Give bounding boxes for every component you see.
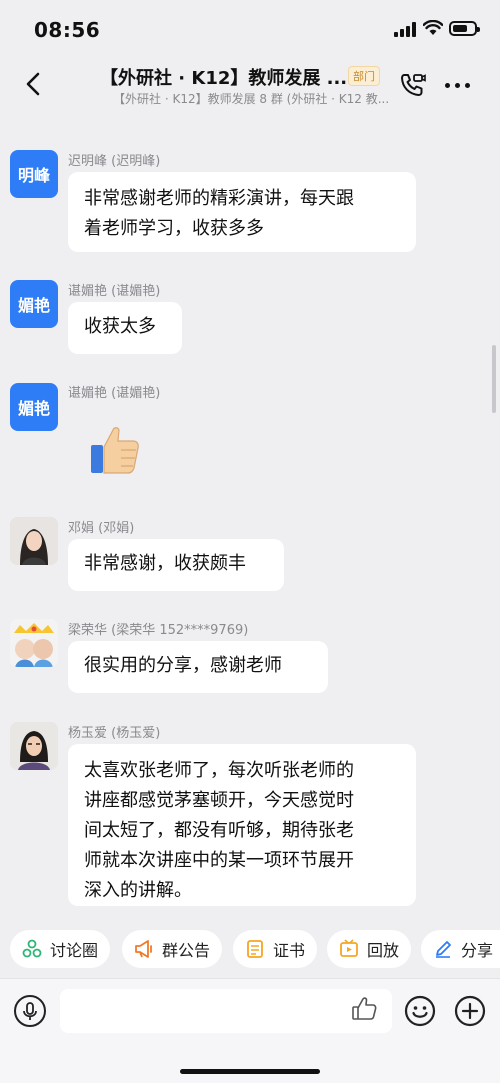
group-announcement-button[interactable]: 群公告 bbox=[122, 930, 222, 968]
clock: 08:56 bbox=[34, 18, 101, 42]
message-text-line: 间太短了，都没有听够，期待张老 bbox=[84, 820, 354, 841]
voice-input-button[interactable] bbox=[14, 995, 46, 1027]
chip-label: 证书 bbox=[273, 941, 306, 960]
message-list: 明峰 迟明峰 (迟明峰) 非常感谢老师的精彩演讲，每天跟 着老师学习，收获多多 … bbox=[0, 118, 500, 930]
message-text-line: 收获太多 bbox=[84, 316, 156, 337]
chat-subtitle: 【外研社 · K12】教师发展 8 群 (外研社 · K12 教... bbox=[113, 92, 390, 106]
share-button[interactable]: 分享 bbox=[421, 930, 500, 968]
thumbs-up-sticker-icon[interactable] bbox=[88, 423, 142, 477]
chip-label: 群公告 bbox=[162, 941, 211, 960]
avatar[interactable]: 媚艳 bbox=[10, 280, 58, 328]
message-bubble[interactable]: 非常感谢，收获颇丰 bbox=[68, 539, 284, 591]
megaphone-icon bbox=[135, 940, 152, 958]
avatar-initials: 媚艳 bbox=[17, 296, 50, 315]
cellular-signal-icon bbox=[394, 22, 416, 37]
message-text-line: 师就本次讲座中的某一项环节展开 bbox=[84, 850, 354, 871]
sender-name: 谌媚艳 (谌媚艳) bbox=[68, 284, 161, 299]
home-indicator[interactable] bbox=[180, 1069, 320, 1074]
thumbs-up-icon[interactable] bbox=[350, 995, 378, 1023]
back-button[interactable] bbox=[20, 70, 48, 98]
sender-name: 迟明峰 (迟明峰) bbox=[68, 154, 161, 169]
message-text-line: 深入的讲解。 bbox=[84, 880, 192, 901]
microphone-icon bbox=[23, 1002, 37, 1020]
chat-title: 【外研社 · K12】教师发展 ... bbox=[100, 68, 348, 89]
chip-label: 回放 bbox=[367, 941, 400, 960]
message-text-line: 非常感谢老师的精彩演讲，每天跟 bbox=[84, 188, 354, 209]
wifi-icon bbox=[423, 20, 443, 35]
avatar[interactable] bbox=[10, 722, 58, 770]
department-badge: 部门 bbox=[348, 66, 380, 86]
scrollbar[interactable] bbox=[492, 345, 496, 413]
playback-button[interactable]: 回放 bbox=[327, 930, 411, 968]
discussion-icon bbox=[22, 939, 42, 958]
avatar[interactable]: 明峰 bbox=[10, 150, 58, 198]
sender-name: 邓娟 (邓娟) bbox=[68, 521, 135, 536]
quick-actions-bar: 讨论圈 群公告 证书 回放 分享 bbox=[0, 930, 500, 970]
message-bubble[interactable]: 非常感谢老师的精彩演讲，每天跟 着老师学习，收获多多 bbox=[68, 172, 416, 252]
user-photo-icon bbox=[10, 619, 58, 667]
message-text-line: 很实用的分享，感谢老师 bbox=[84, 655, 282, 676]
add-icon[interactable] bbox=[454, 995, 486, 1027]
discussion-circle-button[interactable]: 讨论圈 bbox=[10, 930, 110, 968]
sender-name: 梁荣华 (梁荣华 152****9769) bbox=[68, 623, 249, 638]
avatar[interactable] bbox=[10, 517, 58, 565]
avatar-initials: 明峰 bbox=[17, 166, 50, 185]
certificate-button[interactable]: 证书 bbox=[233, 930, 317, 968]
playback-icon bbox=[340, 939, 358, 957]
chip-label: 分享 bbox=[461, 941, 494, 960]
emoji-icon[interactable] bbox=[404, 995, 436, 1027]
chat-header: 【外研社 · K12】教师发展 ... 部门 【外研社 · K12】教师发展 8… bbox=[0, 58, 500, 118]
user-photo-icon bbox=[10, 722, 58, 770]
message-text-line: 讲座都感觉茅塞顿开，今天感觉时 bbox=[84, 790, 354, 811]
battery-icon bbox=[449, 21, 480, 36]
status-bar: 08:56 bbox=[0, 0, 500, 58]
avatar[interactable] bbox=[10, 619, 58, 667]
avatar-initials: 媚艳 bbox=[17, 399, 50, 418]
message-text-line: 太喜欢张老师了，每次听张老师的 bbox=[84, 760, 354, 781]
message-bubble[interactable]: 很实用的分享，感谢老师 bbox=[68, 641, 328, 693]
avatar[interactable]: 媚艳 bbox=[10, 383, 58, 431]
user-photo-icon bbox=[10, 517, 58, 565]
input-bar bbox=[0, 978, 500, 1083]
call-icon[interactable] bbox=[398, 71, 426, 99]
more-options-button[interactable] bbox=[444, 71, 472, 99]
sender-name: 谌媚艳 (谌媚艳) bbox=[68, 386, 161, 401]
message-bubble[interactable]: 太喜欢张老师了，每次听张老师的 讲座都感觉茅塞顿开，今天感觉时 间太短了，都没有… bbox=[68, 744, 416, 906]
share-icon bbox=[436, 941, 451, 958]
message-input[interactable] bbox=[60, 989, 392, 1033]
certificate-icon bbox=[247, 940, 263, 958]
message-bubble[interactable]: 收获太多 bbox=[68, 302, 182, 354]
message-text-line: 非常感谢，收获颇丰 bbox=[84, 553, 246, 574]
sender-name: 杨玉爱 (杨玉爱) bbox=[68, 726, 161, 741]
message-text-line: 着老师学习，收获多多 bbox=[84, 218, 264, 239]
chip-label: 讨论圈 bbox=[50, 941, 99, 960]
